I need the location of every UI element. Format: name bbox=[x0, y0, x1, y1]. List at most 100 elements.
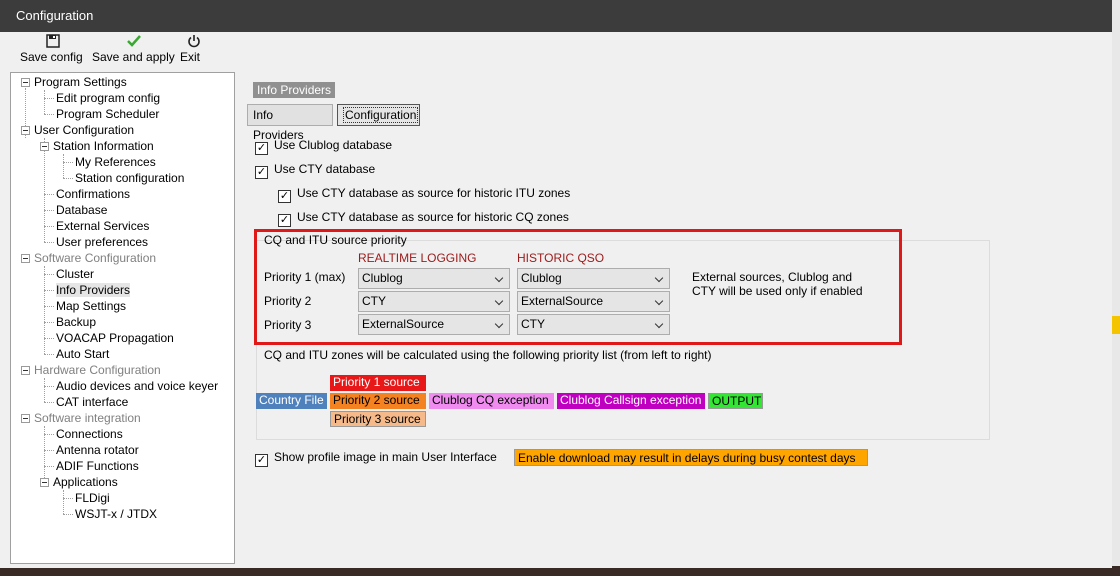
tree-item-map-settings[interactable]: Map Settings bbox=[56, 298, 126, 314]
tree-item-station-information[interactable]: Station Information bbox=[40, 138, 154, 154]
tree-label: Station configuration bbox=[75, 171, 185, 185]
cty-cq-checkbox[interactable]: ✓ Use CTY database as source for historic… bbox=[278, 209, 569, 227]
select-value: ExternalSource bbox=[362, 317, 445, 331]
priority-explanation: CQ and ITU zones will be calculated usin… bbox=[264, 348, 712, 362]
tree-line bbox=[44, 322, 54, 323]
tree-line bbox=[44, 98, 54, 99]
tree-item-antenna-rotator[interactable]: Antenna rotator bbox=[56, 442, 139, 458]
tree-label: Confirmations bbox=[56, 187, 131, 201]
use-cty-checkbox[interactable]: ✓ Use CTY database bbox=[255, 161, 375, 179]
collapse-icon[interactable] bbox=[21, 126, 30, 135]
clublog-callsign-chip: Clublog Callsign exception bbox=[557, 393, 705, 409]
select-value: Clublog bbox=[521, 271, 562, 285]
realtime-priority-1-select[interactable]: Clublog bbox=[358, 268, 510, 289]
tree-item-applications[interactable]: Applications bbox=[40, 474, 118, 490]
tree-item-program-settings[interactable]: Program Settings bbox=[21, 74, 127, 90]
tree-line bbox=[44, 194, 54, 195]
save-and-apply-button[interactable]: Save and apply bbox=[92, 34, 176, 64]
tree-item-wsjt[interactable]: WSJT-x / JTDX bbox=[75, 506, 157, 522]
tree-label: Info Providers bbox=[56, 283, 131, 297]
tree-item-confirmations[interactable]: Confirmations bbox=[56, 186, 130, 202]
tree-item-user-preferences[interactable]: User preferences bbox=[56, 234, 148, 250]
checkbox-box[interactable]: ✓ bbox=[255, 454, 268, 467]
save-config-button[interactable]: Save config bbox=[20, 34, 86, 64]
checkbox-box[interactable]: ✓ bbox=[278, 214, 291, 227]
window-title: Configuration bbox=[0, 0, 1112, 32]
tree-label: Audio devices and voice keyer bbox=[56, 379, 219, 393]
tree-line bbox=[44, 378, 45, 402]
tree-item-cat-interface[interactable]: CAT interface bbox=[56, 394, 128, 410]
tree-line bbox=[44, 402, 54, 403]
tree-line bbox=[63, 162, 73, 163]
show-profile-checkbox[interactable]: ✓ Show profile image in main User Interfa… bbox=[255, 449, 497, 467]
tree-item-connections[interactable]: Connections bbox=[56, 426, 123, 442]
tree-item-external-services[interactable]: External Services bbox=[56, 218, 149, 234]
collapse-icon[interactable] bbox=[40, 142, 49, 151]
collapse-icon[interactable] bbox=[21, 254, 30, 263]
tree-line bbox=[63, 490, 64, 514]
chevron-down-icon bbox=[495, 269, 505, 288]
tree-label: Edit program config bbox=[56, 91, 161, 105]
tree-item-adif-functions[interactable]: ADIF Functions bbox=[56, 458, 139, 474]
tree-item-my-references[interactable]: My References bbox=[75, 154, 156, 170]
tab-configuration[interactable]: Configuration bbox=[337, 104, 420, 126]
tree-item-software-configuration[interactable]: Software Configuration bbox=[21, 250, 156, 266]
tree-label: External Services bbox=[56, 219, 150, 233]
tree-line bbox=[44, 242, 54, 243]
checkmark-icon bbox=[92, 34, 176, 50]
chevron-down-icon bbox=[655, 292, 665, 311]
tree-label: WSJT-x / JTDX bbox=[75, 507, 157, 521]
chevron-down-icon bbox=[495, 315, 505, 334]
use-clublog-checkbox[interactable]: ✓ Use Clublog database bbox=[255, 137, 392, 155]
checkbox-label: Use CTY database as source for historic … bbox=[297, 186, 571, 200]
checkbox-box[interactable]: ✓ bbox=[255, 142, 268, 155]
page-title: Info Providers bbox=[253, 82, 336, 98]
historic-priority-2-select[interactable]: ExternalSource bbox=[517, 291, 670, 312]
tab-label: Configuration bbox=[343, 107, 419, 123]
select-value: Clublog bbox=[362, 271, 403, 285]
tree-label: Map Settings bbox=[56, 299, 127, 313]
historic-header: HISTORIC QSO bbox=[517, 251, 605, 265]
tree-label: My References bbox=[75, 155, 156, 169]
tree-item-cluster[interactable]: Cluster bbox=[56, 266, 94, 282]
collapse-icon[interactable] bbox=[21, 78, 30, 87]
realtime-priority-3-select[interactable]: ExternalSource bbox=[358, 314, 510, 335]
tree-item-program-scheduler[interactable]: Program Scheduler bbox=[56, 106, 159, 122]
tree-item-auto-start[interactable]: Auto Start bbox=[56, 346, 109, 362]
tree-line bbox=[44, 434, 54, 435]
tab-info-providers[interactable]: Info Providers bbox=[247, 104, 333, 142]
historic-priority-3-select[interactable]: CTY bbox=[517, 314, 670, 335]
tree-item-database[interactable]: Database bbox=[56, 202, 107, 218]
collapse-icon[interactable] bbox=[21, 366, 30, 375]
tree-item-backup[interactable]: Backup bbox=[56, 314, 96, 330]
checkbox-box[interactable]: ✓ bbox=[278, 190, 291, 203]
historic-priority-1-select[interactable]: Clublog bbox=[517, 268, 670, 289]
tree-item-info-providers[interactable]: Info Providers bbox=[56, 282, 131, 298]
tree-label: Software integration bbox=[34, 411, 141, 425]
toolbar: Save config Save and apply Exit bbox=[0, 32, 1112, 68]
tree-label: ADIF Functions bbox=[56, 459, 139, 473]
collapse-icon[interactable] bbox=[21, 414, 30, 423]
tree-item-user-configuration[interactable]: User Configuration bbox=[21, 122, 134, 138]
cty-itu-checkbox[interactable]: ✓ Use CTY database as source for historic… bbox=[278, 185, 571, 203]
exit-button[interactable]: Exit bbox=[180, 34, 208, 64]
tree-item-hardware-configuration[interactable]: Hardware Configuration bbox=[21, 362, 161, 378]
chevron-down-icon bbox=[655, 269, 665, 288]
tree-item-station-configuration[interactable]: Station configuration bbox=[75, 170, 184, 186]
tree-label: User preferences bbox=[56, 235, 149, 249]
tree-line bbox=[44, 210, 54, 211]
tree-label: Applications bbox=[53, 475, 118, 489]
tree-item-software-integration[interactable]: Software integration bbox=[21, 410, 141, 426]
realtime-priority-2-select[interactable]: CTY bbox=[358, 291, 510, 312]
select-value: CTY bbox=[521, 317, 545, 331]
priority-1-label: Priority 1 (max) bbox=[264, 270, 346, 284]
tree-label: Station Information bbox=[53, 139, 154, 153]
tree-item-audio-devices[interactable]: Audio devices and voice keyer bbox=[56, 378, 218, 394]
checkbox-box[interactable]: ✓ bbox=[255, 166, 268, 179]
tree-item-voacap[interactable]: VOACAP Propagation bbox=[56, 330, 174, 346]
checkbox-label: Show profile image in main User Interfac… bbox=[274, 450, 497, 464]
tree-item-fldigi[interactable]: FLDigi bbox=[75, 490, 110, 506]
tree-line bbox=[44, 290, 54, 291]
collapse-icon[interactable] bbox=[40, 478, 49, 487]
tree-item-edit-program-config[interactable]: Edit program config bbox=[56, 90, 160, 106]
